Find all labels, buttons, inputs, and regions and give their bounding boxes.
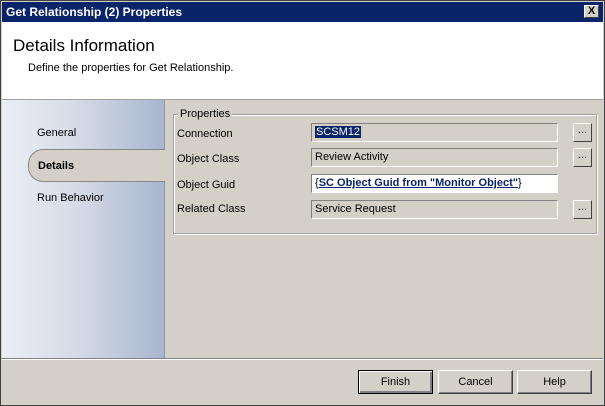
related-class-field[interactable]: Service Request	[311, 200, 558, 219]
object-guid-brace-close: }	[517, 177, 522, 189]
related-class-value: Service Request	[315, 203, 396, 215]
object-class-browse-button[interactable]: ...	[573, 148, 592, 167]
object-guid-label: Object Guid	[177, 179, 236, 191]
object-class-label: Object Class	[177, 153, 240, 165]
object-class-field[interactable]: Review Activity	[311, 148, 558, 167]
finish-button[interactable]: Finish	[358, 370, 433, 394]
footer-divider	[1, 358, 603, 360]
object-guid-field[interactable]: {SC Object Guid from "Monitor Object"}	[311, 174, 558, 193]
object-class-value: Review Activity	[315, 151, 389, 163]
connection-label: Connection	[177, 128, 233, 140]
window-title: Get Relationship (2) Properties	[6, 5, 183, 19]
header-panel: Details Information Define the propertie…	[2, 22, 603, 100]
sidebar-item-details[interactable]: Details	[28, 149, 165, 182]
close-icon[interactable]: X	[584, 5, 599, 18]
cancel-button[interactable]: Cancel	[438, 370, 513, 394]
page-title: Details Information	[13, 36, 155, 55]
connection-value: SCSM12	[315, 126, 362, 138]
sidebar-item-general[interactable]: General	[37, 127, 76, 139]
sidebar: General Details Run Behavior	[2, 100, 165, 359]
title-bar: Get Relationship (2) Properties X	[2, 2, 603, 22]
help-button[interactable]: Help	[517, 370, 592, 394]
properties-legend: Properties	[178, 108, 233, 120]
related-class-browse-button[interactable]: ...	[573, 200, 592, 219]
connection-browse-button[interactable]: ...	[573, 123, 592, 142]
connection-field[interactable]: SCSM12	[311, 123, 558, 142]
sidebar-item-run-behavior[interactable]: Run Behavior	[37, 192, 104, 204]
object-guid-value[interactable]: SC Object Guid from "Monitor Object"	[319, 177, 518, 189]
page-subtitle: Define the properties for Get Relationsh…	[28, 62, 234, 74]
related-class-label: Related Class	[177, 203, 246, 215]
